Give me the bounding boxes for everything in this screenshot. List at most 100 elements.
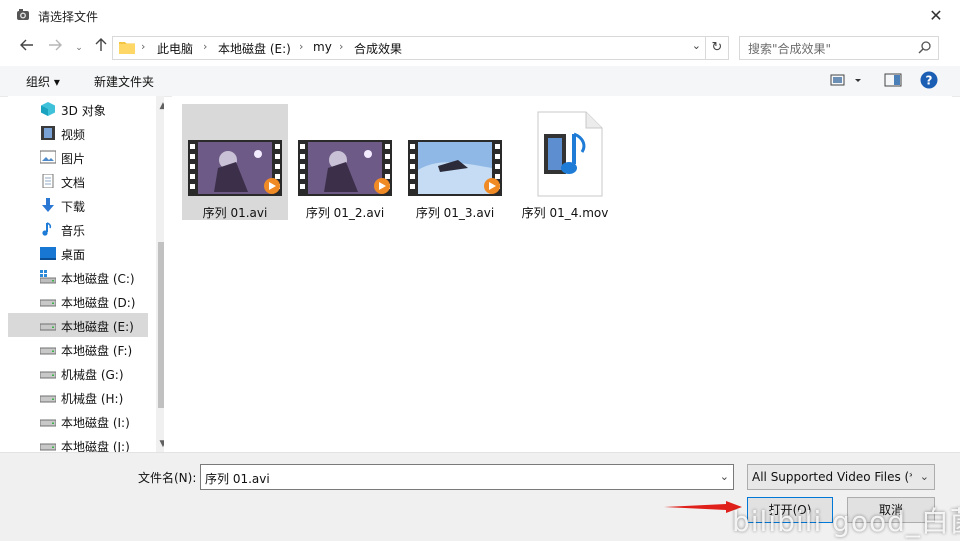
sidebar-item-label: 本地磁盘 (D:) — [61, 296, 136, 310]
forward-arrow-icon[interactable] — [46, 38, 64, 58]
breadcrumb-current-folder[interactable]: 合成效果 — [354, 40, 402, 57]
breadcrumb-drive-e[interactable]: 本地磁盘 (E:) — [218, 40, 291, 57]
video-icon — [41, 126, 55, 140]
new-folder-button[interactable]: 新建文件夹 — [94, 73, 154, 90]
picture-icon — [40, 150, 56, 164]
music-icon — [42, 222, 52, 236]
sidebar-item-drive-j[interactable]: 本地磁盘 (J:) — [8, 433, 148, 452]
address-bar[interactable]: › 此电脑 › 本地磁盘 (E:) › my › 合成效果 ⌄ — [112, 36, 706, 60]
drive-icon — [40, 443, 56, 451]
preview-pane-icon[interactable] — [884, 72, 902, 91]
title-bar: 请选择文件 ✕ — [0, 0, 960, 32]
media-file-icon — [537, 111, 603, 197]
navigation-pane: 3D 对象 视频 图片 文档 下载 音乐 桌面 本地磁盘 (C:) 本地磁盘 (… — [8, 96, 164, 452]
sidebar-item-3d-objects[interactable]: 3D 对象 — [8, 97, 148, 121]
sidebar-item-label: 本地磁盘 (F:) — [61, 344, 133, 358]
file-name: 序列 01.avi — [202, 206, 268, 220]
search-icon — [918, 41, 931, 54]
breadcrumb-my[interactable]: my — [313, 40, 332, 54]
system-drive-icon — [40, 270, 56, 284]
desktop-icon — [40, 247, 56, 260]
sidebar-item-documents[interactable]: 文档 — [8, 169, 148, 193]
sidebar-item-drive-g[interactable]: 机械盘 (G:) — [8, 361, 148, 385]
drive-icon — [40, 323, 56, 331]
sidebar-item-label: 下载 — [61, 200, 86, 214]
sidebar-item-videos[interactable]: 视频 — [8, 121, 148, 145]
sidebar-item-label: 本地磁盘 (C:) — [61, 272, 135, 286]
download-icon — [42, 198, 54, 212]
navigation-bar: ⌄ › 此电脑 › 本地磁盘 (E:) › my › 合成效果 ⌄ ↻ 搜索"合… — [0, 34, 960, 62]
sidebar-item-label: 本地磁盘 (J:) — [61, 440, 130, 452]
address-dropdown-icon[interactable]: ⌄ — [692, 39, 701, 52]
sidebar-scrollbar[interactable]: ▲ ▼ — [156, 96, 164, 452]
breadcrumb-separator-icon: › — [203, 40, 208, 53]
drive-icon — [40, 419, 56, 427]
close-icon[interactable]: ✕ — [924, 4, 948, 28]
scroll-down-icon[interactable]: ▼ — [156, 437, 164, 451]
sidebar-item-label: 本地磁盘 (I:) — [61, 416, 130, 430]
help-icon[interactable]: ? — [920, 71, 938, 92]
drive-icon — [40, 299, 56, 307]
document-icon — [42, 174, 54, 188]
back-arrow-icon[interactable] — [18, 38, 36, 58]
recent-locations-chevron-icon[interactable]: ⌄ — [70, 38, 88, 58]
drive-icon — [40, 395, 56, 403]
sidebar-item-label: 视频 — [61, 128, 86, 142]
file-list-view: 序列 01.avi 序列 01_2.avi 序列 01_3.avi 序列 01_… — [172, 96, 952, 452]
file-type-select[interactable]: All Supported Video Files (*. ⌄ — [747, 464, 935, 490]
svg-text:?: ? — [926, 74, 933, 88]
app-icon — [17, 9, 29, 20]
folder-icon — [119, 42, 135, 54]
organize-button[interactable]: 组织 ▾ — [26, 73, 60, 90]
filename-label: 文件名(N): — [138, 471, 197, 485]
scrollbar-thumb[interactable] — [158, 242, 164, 408]
video-thumbnail — [188, 140, 282, 196]
sidebar-item-music[interactable]: 音乐 — [8, 217, 148, 241]
sidebar-item-drive-i[interactable]: 本地磁盘 (I:) — [8, 409, 148, 433]
file-type-value: All Supported Video Files (*. — [752, 470, 912, 484]
sidebar-item-downloads[interactable]: 下载 — [8, 193, 148, 217]
breadcrumb-separator-icon: › — [141, 40, 146, 53]
filename-input[interactable]: 序列 01.avi ⌄ — [200, 464, 734, 490]
scroll-up-icon[interactable]: ▲ — [156, 99, 164, 113]
video-thumbnail — [408, 140, 502, 196]
refresh-icon[interactable]: ↻ — [706, 36, 729, 60]
sidebar-item-label: 音乐 — [61, 224, 86, 238]
sidebar-item-label: 桌面 — [61, 248, 86, 262]
file-name: 序列 01_2.avi — [305, 206, 385, 220]
breadcrumb-separator-icon: › — [339, 40, 344, 53]
sidebar-item-label: 机械盘 (H:) — [61, 392, 124, 406]
sidebar-item-label: 机械盘 (G:) — [61, 368, 124, 382]
drive-icon — [40, 347, 56, 355]
file-name: 序列 01_3.avi — [415, 206, 495, 220]
sidebar-item-drive-c[interactable]: 本地磁盘 (C:) — [8, 265, 148, 289]
sidebar-item-drive-e[interactable]: 本地磁盘 (E:) — [8, 313, 148, 337]
sidebar-item-label: 文档 — [61, 176, 86, 190]
filename-value: 序列 01.avi — [205, 472, 270, 486]
filename-dropdown-icon[interactable]: ⌄ — [720, 470, 729, 483]
window-title: 请选择文件 — [38, 10, 99, 24]
drive-icon — [40, 371, 56, 379]
video-thumbnail — [298, 140, 392, 196]
breadcrumb-this-pc[interactable]: 此电脑 — [157, 40, 193, 57]
view-options-icon[interactable] — [830, 72, 862, 91]
search-box[interactable]: 搜索"合成效果" — [739, 36, 939, 60]
search-placeholder: 搜索"合成效果" — [748, 42, 832, 56]
chevron-down-icon: ⌄ — [919, 470, 929, 483]
sidebar-item-drive-d[interactable]: 本地磁盘 (D:) — [8, 289, 148, 313]
breadcrumb-separator-icon: › — [299, 40, 304, 53]
up-arrow-icon[interactable] — [92, 38, 110, 58]
file-item[interactable]: 序列 01_2.avi — [292, 104, 398, 220]
watermark-logo: bilibili good_白菌 — [732, 505, 960, 538]
file-item[interactable]: 序列 01_4.mov — [512, 104, 618, 220]
sidebar-item-label: 图片 — [61, 152, 86, 166]
cube-icon — [41, 102, 55, 116]
file-item[interactable]: 序列 01_3.avi — [402, 104, 508, 220]
sidebar-item-drive-f[interactable]: 本地磁盘 (F:) — [8, 337, 148, 361]
file-item[interactable]: 序列 01.avi — [182, 104, 288, 220]
sidebar-item-pictures[interactable]: 图片 — [8, 145, 148, 169]
sidebar-item-desktop[interactable]: 桌面 — [8, 241, 148, 265]
sidebar-item-drive-h[interactable]: 机械盘 (H:) — [8, 385, 148, 409]
file-name: 序列 01_4.mov — [521, 206, 609, 220]
sidebar-item-label: 3D 对象 — [61, 104, 106, 118]
